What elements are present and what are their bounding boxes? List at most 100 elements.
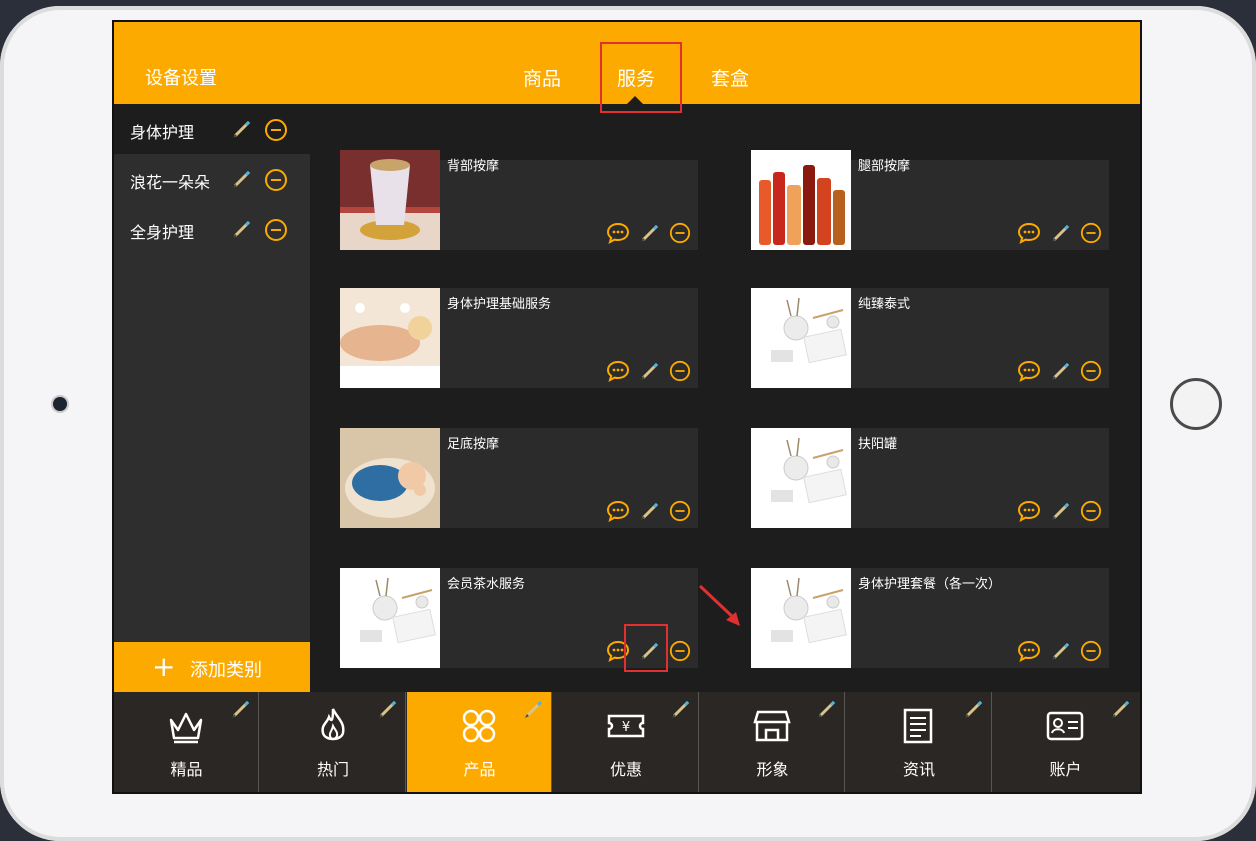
delete-minus-icon[interactable] (669, 500, 691, 526)
service-name: 会员茶水服务 (447, 577, 526, 592)
service-name: 扶阳罐 (858, 437, 898, 452)
comment-icon[interactable] (1017, 360, 1041, 386)
edit-pencil-icon[interactable] (963, 698, 985, 724)
coupon-icon: ¥ (606, 706, 646, 746)
service-actions (1017, 640, 1107, 662)
news-icon (899, 706, 939, 746)
service-thumbnail (751, 288, 851, 388)
nav-item[interactable]: 账户 (993, 692, 1138, 792)
service-actions (1017, 500, 1107, 522)
nav-label: 优惠 (609, 760, 642, 779)
comment-icon[interactable] (1017, 222, 1041, 248)
service-thumbnail (340, 428, 440, 528)
service-actions (606, 222, 696, 244)
service-card[interactable]: 扶阳罐 (751, 428, 1109, 528)
home-button[interactable] (1170, 378, 1222, 430)
comment-icon[interactable] (1017, 640, 1041, 666)
category-label: 浪花一朵朵 (130, 173, 211, 192)
service-thumbnail (340, 288, 440, 388)
edit-pencil-icon[interactable] (1050, 222, 1072, 248)
edit-pencil-icon[interactable] (1050, 500, 1072, 526)
comment-icon[interactable] (1017, 500, 1041, 526)
nav-item[interactable]: 资讯 (847, 692, 992, 792)
category-item[interactable]: 身体护理 (114, 104, 310, 154)
delete-minus-icon[interactable] (264, 118, 288, 146)
delete-minus-icon[interactable] (1080, 360, 1102, 386)
edit-pencil-icon[interactable] (639, 360, 661, 386)
store-icon (752, 706, 792, 746)
nav-item[interactable]: 热门 (261, 692, 406, 792)
service-card[interactable]: 身体护理套餐（各一次） (751, 568, 1109, 668)
nav-label: 热门 (316, 760, 349, 779)
category-label: 身体护理 (130, 123, 195, 142)
service-name: 足底按摩 (447, 437, 500, 452)
delete-minus-icon[interactable] (1080, 222, 1102, 248)
flame-icon (313, 706, 353, 746)
nav-label: 账户 (1049, 760, 1082, 779)
edit-pencil-icon[interactable] (377, 698, 399, 724)
delete-minus-icon[interactable] (1080, 500, 1102, 526)
service-name: 纯臻泰式 (858, 297, 911, 312)
delete-minus-icon[interactable] (1080, 640, 1102, 666)
tab-products[interactable]: 商品 (523, 64, 561, 91)
nav-item[interactable]: 产品 (407, 692, 552, 792)
service-thumbnail (340, 568, 440, 668)
service-card[interactable]: 纯臻泰式 (751, 288, 1109, 388)
plus-icon: + (152, 650, 176, 683)
edit-pencil-icon[interactable] (230, 698, 252, 724)
category-item[interactable]: 浪花一朵朵 (114, 154, 310, 204)
comment-icon[interactable] (606, 222, 630, 248)
category-label: 全身护理 (130, 223, 195, 242)
delete-minus-icon[interactable] (264, 168, 288, 196)
edit-pencil-icon[interactable] (670, 698, 692, 724)
bottom-navigation: 精品 热门 产品 ¥ 优惠 形象 资讯 账户 (114, 692, 1140, 792)
category-item[interactable]: 全身护理 (114, 204, 310, 254)
service-card[interactable]: 背部按摩 (340, 150, 698, 250)
add-category-label: 添加类别 (190, 660, 262, 681)
service-thumbnail (751, 568, 851, 668)
edit-pencil-icon[interactable] (1050, 360, 1072, 386)
nav-item[interactable]: 形象 (700, 692, 845, 792)
app-screen: 设备设置 商品 服务 套盒 身体护理 浪花一朵朵 全身护理 + 添加类别 背部按… (112, 20, 1142, 794)
device-settings-link[interactable]: 设备设置 (145, 64, 217, 90)
tab-boxsets[interactable]: 套盒 (711, 64, 749, 91)
highlight-box-edit-icon (624, 624, 668, 672)
service-actions (1017, 222, 1107, 244)
delete-minus-icon[interactable] (669, 360, 691, 386)
edit-pencil-icon[interactable] (231, 118, 253, 144)
nav-label: 产品 (463, 760, 496, 779)
delete-minus-icon[interactable] (264, 218, 288, 246)
nav-label: 精品 (170, 760, 203, 779)
comment-icon[interactable] (606, 360, 630, 386)
edit-pencil-icon[interactable] (1050, 640, 1072, 666)
edit-pencil-icon[interactable] (816, 698, 838, 724)
category-sidebar: 身体护理 浪花一朵朵 全身护理 (114, 104, 310, 692)
service-thumbnail (340, 150, 440, 250)
highlight-box-services-tab (600, 42, 682, 113)
add-category-button[interactable]: + 添加类别 (114, 642, 310, 693)
pointer-arrow (698, 584, 740, 626)
service-actions (1017, 360, 1107, 382)
id-card-icon (1045, 706, 1085, 746)
nav-item[interactable]: ¥ 优惠 (554, 692, 699, 792)
service-card[interactable]: 足底按摩 (340, 428, 698, 528)
delete-minus-icon[interactable] (669, 222, 691, 248)
delete-minus-icon[interactable] (669, 640, 691, 666)
service-thumbnail (751, 428, 851, 528)
camera (53, 397, 67, 411)
service-card[interactable]: 身体护理基础服务 (340, 288, 698, 388)
service-card[interactable]: 腿部按摩 (751, 150, 1109, 250)
nav-label: 资讯 (902, 760, 935, 779)
service-actions (606, 360, 696, 382)
edit-pencil-icon[interactable] (1110, 698, 1132, 724)
edit-pencil-icon[interactable] (639, 500, 661, 526)
grid-icon (459, 706, 499, 746)
nav-item[interactable]: 精品 (114, 692, 259, 792)
service-name: 身体护理套餐（各一次） (858, 577, 1002, 592)
edit-pencil-icon[interactable] (231, 218, 253, 244)
svg-text:¥: ¥ (621, 720, 629, 735)
edit-pencil-icon[interactable] (639, 222, 661, 248)
edit-pencil-icon[interactable] (523, 698, 545, 724)
edit-pencil-icon[interactable] (231, 168, 253, 194)
comment-icon[interactable] (606, 500, 630, 526)
